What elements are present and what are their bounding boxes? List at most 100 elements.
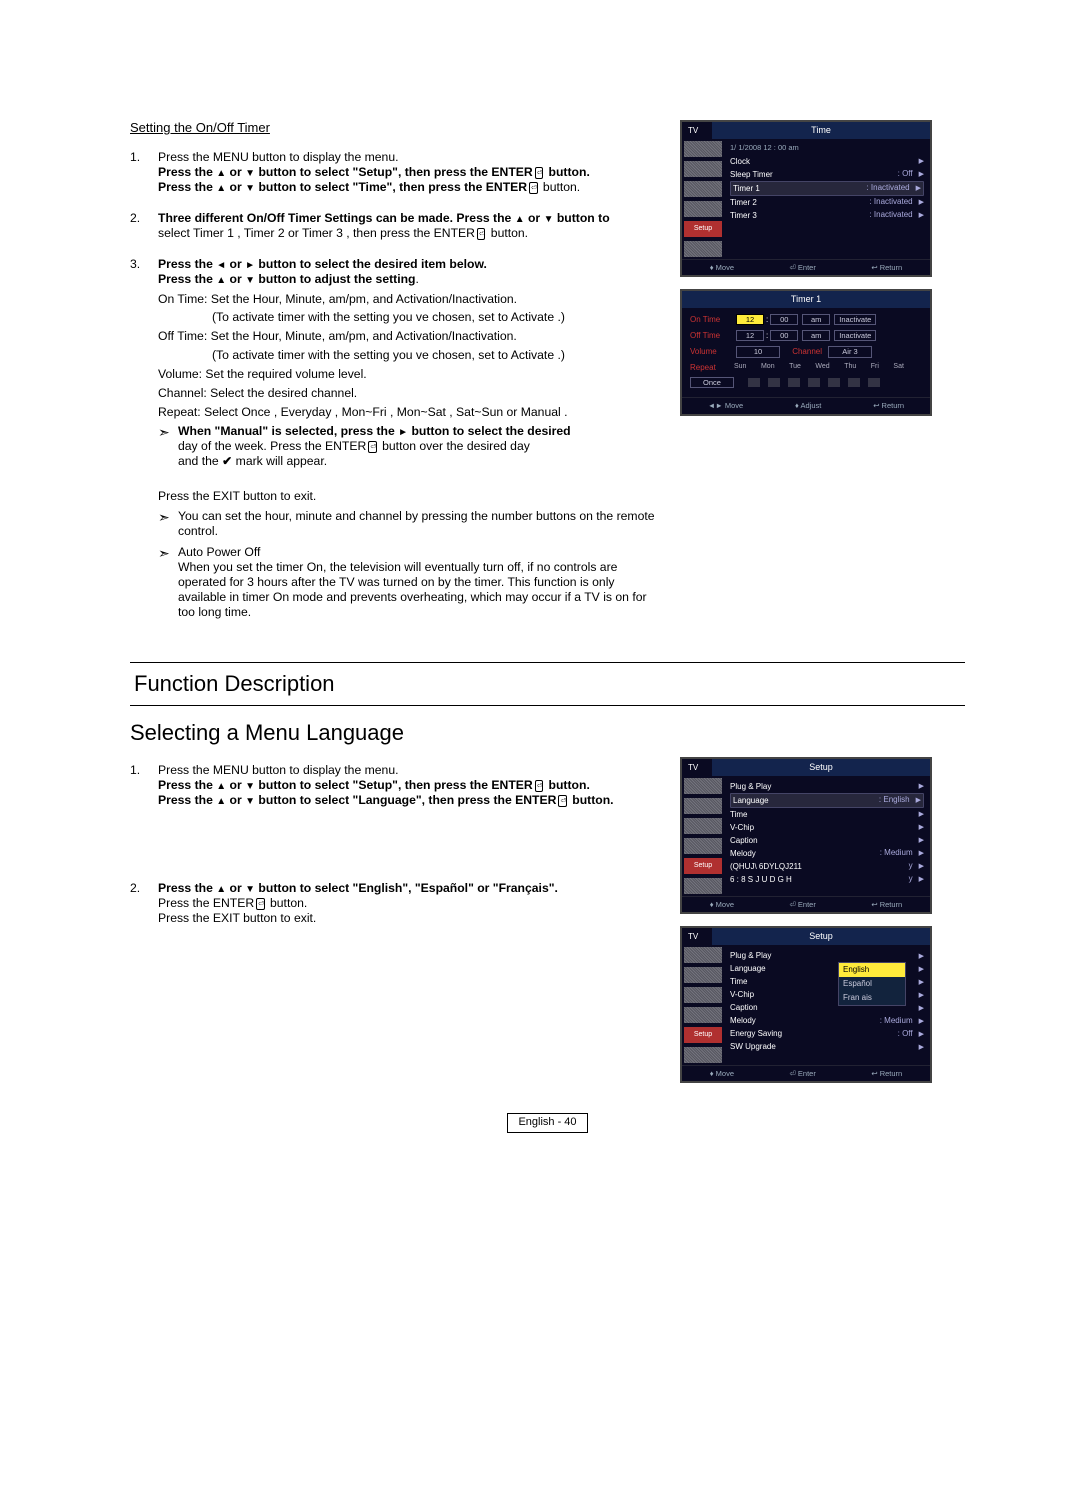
osd-row[interactable]: Sleep Timer: Off▶ [730, 168, 924, 181]
txt: button to select the desired item below [255, 257, 483, 271]
auto-power-off-title: Auto Power Off [178, 545, 660, 560]
step-2: Three different On/Off Timer Settings ca… [130, 211, 660, 241]
detail-volume: Volume: Set the required volume level. [158, 367, 660, 382]
side-item [684, 818, 722, 834]
triangle-icon: ▶ [919, 837, 924, 844]
field-hour[interactable]: 12 [736, 330, 764, 341]
osd-row[interactable]: SW Upgrade ▶ [730, 1040, 924, 1053]
lang-step-1: Press the MENU button to display the men… [130, 763, 660, 864]
right-icon [245, 257, 255, 271]
osd-row-value: : Medium▶ [880, 848, 924, 859]
osd-row[interactable]: Clock▶ [730, 155, 924, 168]
txt: Press the [158, 257, 216, 271]
day-checkbox[interactable] [828, 378, 840, 387]
osd-foot-hint: ♦ Move [710, 1069, 734, 1078]
txt: button. [545, 778, 590, 792]
side-item-setup: Setup [684, 1027, 722, 1043]
osd-foot-hint: ⏎ Enter [790, 1069, 816, 1078]
osd-foot-hint: ♦ Adjust [795, 401, 821, 410]
day-checkbox[interactable] [768, 378, 780, 387]
page-number-label: English - 40 [507, 1113, 587, 1132]
osd-row[interactable]: Energy Saving: Off▶ [730, 1027, 924, 1040]
down-icon [245, 778, 255, 792]
page-number: English - 40 [130, 1113, 965, 1132]
osd-row[interactable]: V-Chip▶ [730, 821, 924, 834]
step-1-line3: Press the or button to select "Time", th… [158, 180, 660, 195]
field-channel[interactable]: Air 3 [828, 346, 872, 357]
txt: Press the [158, 272, 216, 286]
side-item-setup: Setup [684, 221, 722, 237]
osd-row[interactable]: Melody: Medium▶ [730, 1014, 924, 1027]
osd-foot-hint: ↩ Return [871, 900, 902, 909]
enter-icon [366, 439, 378, 453]
txt: button to select "Setup", then press the… [258, 165, 532, 179]
day-checkbox[interactable] [868, 378, 880, 387]
language-option[interactable]: Español [839, 977, 905, 991]
detail-channel: Channel: Select the desired channel. [158, 386, 660, 401]
osd-row-label: SW Upgrade [730, 1042, 776, 1052]
osd-row[interactable]: Caption▶ [730, 834, 924, 847]
osd-row-label: Melody [730, 1016, 756, 1026]
osd-row[interactable]: Timer 1: Inactivated▶ [730, 181, 924, 196]
osd-row-value: ▶ [913, 977, 924, 988]
osd-row[interactable]: Melody: Medium▶ [730, 847, 924, 860]
day-checkbox[interactable] [808, 378, 820, 387]
osd-row-value: ▶ [913, 1042, 924, 1053]
field-once[interactable]: Once [690, 377, 734, 388]
side-item [684, 1047, 722, 1063]
txt: Press the [158, 793, 216, 807]
osd-foot-hint: ⏎ Enter [790, 900, 816, 909]
day-checkbox[interactable] [748, 378, 760, 387]
side-item [684, 778, 722, 794]
field-ampm[interactable]: am [802, 314, 830, 325]
txt: mark will appear. [232, 454, 327, 468]
language-option[interactable]: English [839, 963, 905, 977]
osd-row[interactable]: Timer 2: Inactivated▶ [730, 196, 924, 209]
field-hour[interactable]: 12 [736, 314, 764, 325]
osd-row[interactable]: (QHUJ\ 6DYLQJ211y▶ [730, 860, 924, 873]
txt: button. [545, 165, 590, 179]
field-volume[interactable]: 10 [736, 346, 780, 357]
field-min[interactable]: 00 [770, 330, 798, 341]
field-min[interactable]: 00 [770, 314, 798, 325]
osd-foot-hint: ↩ Return [871, 1069, 902, 1078]
language-option[interactable]: Fran ais [839, 991, 905, 1005]
txt: button. [569, 793, 614, 807]
osd-row[interactable]: Timer 3: Inactivated▶ [730, 209, 924, 222]
side-item [684, 241, 722, 257]
chevron-icon [158, 545, 172, 619]
field-ampm[interactable]: am [802, 330, 830, 341]
osd-row[interactable]: Time▶ [730, 808, 924, 821]
field-activate[interactable]: Inactivate [834, 314, 876, 325]
down-icon [245, 272, 255, 286]
day-checkbox[interactable] [788, 378, 800, 387]
step-1-line2: Press the or button to select "Setup", t… [158, 165, 660, 180]
txt: Press the [158, 180, 216, 194]
osd-row-label: Plug & Play [730, 951, 771, 961]
field-activate[interactable]: Inactivate [834, 330, 876, 341]
osd-row[interactable]: Plug & Play▶ [730, 780, 924, 793]
side-item [684, 967, 722, 983]
osd-title: Time [712, 122, 930, 139]
osd-foot-hint: ◄► Move [708, 401, 743, 410]
txt: button to select "Setup", then press the… [255, 778, 533, 792]
detail-off-time: Off Time: Set the Hour, Minute, am/pm, a… [158, 329, 660, 344]
osd-setup-menu-2: TV Setup Setup Plug & Play▶Language▶Time… [680, 926, 932, 1083]
osd-row[interactable]: 6 : 8 S J U D G Hy▶ [730, 873, 924, 886]
auto-power-off: Auto Power Off When you set the timer On… [178, 545, 660, 619]
osd-row[interactable]: Plug & Play▶ [730, 949, 924, 962]
osd-foot-hint: ⏎ Enter [790, 263, 816, 272]
enter-icon [527, 180, 539, 194]
day-checkbox[interactable] [848, 378, 860, 387]
day-label: Mon [761, 363, 775, 372]
osd-row-value: ▶ [913, 156, 924, 167]
day-label: Sun [734, 363, 746, 372]
triangle-icon: ▶ [919, 171, 924, 178]
up-icon [216, 778, 226, 792]
osd-row-label: Time [730, 977, 747, 987]
chevron-icon [158, 509, 172, 539]
osd-row[interactable]: Language: English▶ [730, 793, 924, 808]
osd-setup-menu-1: TV Setup Setup Plug & Play▶Language: Eng… [680, 757, 932, 914]
osd-row-value: ▶ [913, 781, 924, 792]
txt: button over the desired day [379, 439, 530, 453]
